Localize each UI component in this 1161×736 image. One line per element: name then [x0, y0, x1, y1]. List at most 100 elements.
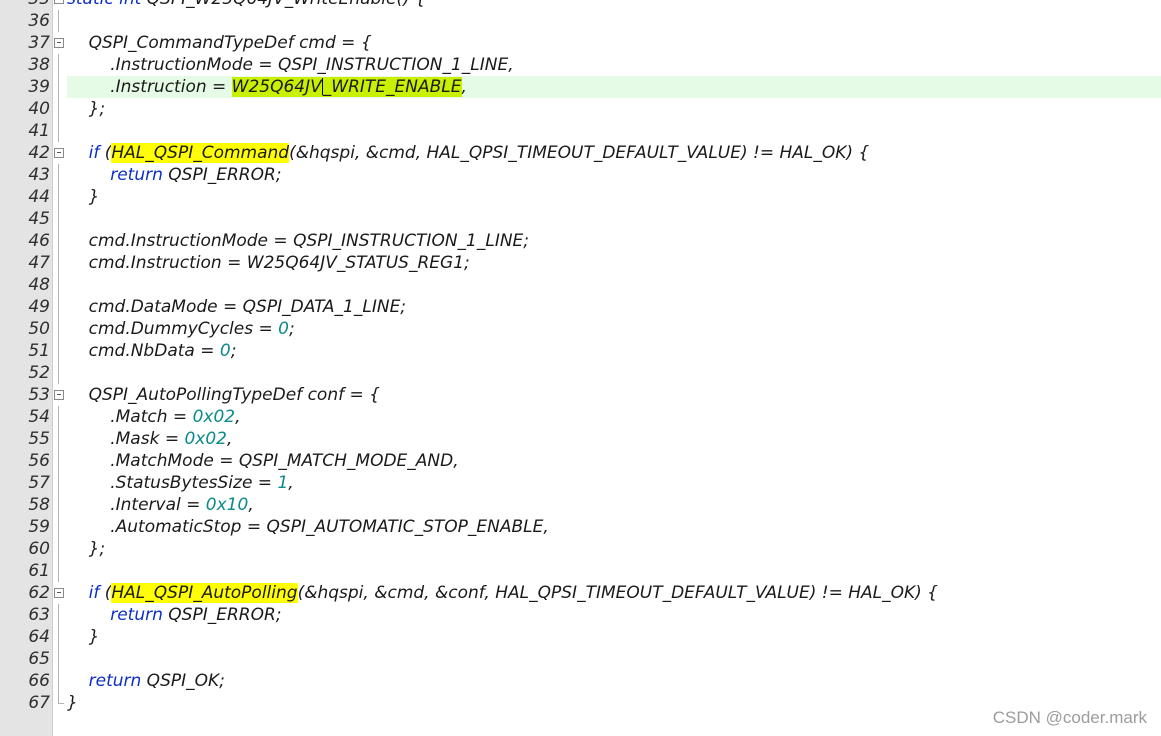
- line-number: 61: [28, 561, 50, 581]
- fold-collapse-icon[interactable]: [53, 32, 65, 54]
- line-number: 44: [28, 187, 50, 207]
- code-text: .Interval = 0x10,: [67, 495, 254, 515]
- search-highlight: W25Q64JV_WRITE_ENABLE: [231, 77, 462, 97]
- line-number: 43: [28, 165, 50, 185]
- code-line[interactable]: 49 cmd.DataMode = QSPI_DATA_1_LINE;: [0, 296, 1161, 318]
- line-number: 47: [28, 253, 50, 273]
- line-number: 50: [28, 319, 50, 339]
- code-text: return QSPI_ERROR;: [110, 165, 282, 185]
- code-line[interactable]: 61: [0, 560, 1161, 582]
- line-number: 49: [28, 297, 50, 317]
- code-line[interactable]: 58 .Interval = 0x10,: [0, 494, 1161, 516]
- code-line[interactable]: 54 .Match = 0x02,: [0, 406, 1161, 428]
- code-line[interactable]: 50 cmd.DummyCycles = 0;: [0, 318, 1161, 340]
- code-text: static int QSPI_W25Q64JV_WriteEnable() {: [67, 0, 426, 10]
- code-line[interactable]: 59 .AutomaticStop = QSPI_AUTOMATIC_STOP_…: [0, 516, 1161, 538]
- current-line[interactable]: 39 .Instruction = W25Q64JV_WRITE_ENABLE,: [0, 76, 1161, 98]
- code-line[interactable]: 47 cmd.Instruction = W25Q64JV_STATUS_REG…: [0, 252, 1161, 274]
- code-line[interactable]: 65: [0, 648, 1161, 670]
- fold-guide-line: [53, 516, 65, 538]
- line-number: 39: [28, 77, 50, 97]
- fold-guide-line: [53, 450, 65, 472]
- fold-guide-line: [53, 54, 65, 76]
- fold-guide-line: [53, 230, 65, 252]
- code-line[interactable]: 55 .Mask = 0x02,: [0, 428, 1161, 450]
- line-number: 67: [28, 693, 50, 713]
- code-line[interactable]: 41: [0, 120, 1161, 142]
- code-text: if (HAL_QSPI_Command(&hqspi, &cmd, HAL_Q…: [88, 143, 870, 163]
- line-number: 58: [28, 495, 50, 515]
- code-line[interactable]: 57 .StatusBytesSize = 1,: [0, 472, 1161, 494]
- watermark: CSDN @coder.mark: [992, 708, 1147, 727]
- code-editor[interactable]: 35 static int QSPI_W25Q64JV_WriteEnable()…: [0, 0, 1161, 736]
- code-line[interactable]: 46 cmd.InstructionMode = QSPI_INSTRUCTIO…: [0, 230, 1161, 252]
- code-line[interactable]: 62 if (HAL_QSPI_AutoPolling(&hqspi, &cmd…: [0, 582, 1161, 604]
- fold-guide-line: [53, 626, 65, 648]
- fold-guide-line: [53, 208, 65, 230]
- line-number: 42: [28, 143, 50, 163]
- fold-guide-line: [53, 76, 65, 98]
- fold-guide-line: [53, 186, 65, 208]
- fold-end-marker: [53, 692, 65, 714]
- code-line[interactable]: 48: [0, 274, 1161, 296]
- code-text: };: [67, 99, 106, 119]
- code-text: }: [67, 693, 78, 713]
- code-line[interactable]: 60 };: [0, 538, 1161, 560]
- code-line[interactable]: 52: [0, 362, 1161, 384]
- code-line[interactable]: 35 static int QSPI_W25Q64JV_WriteEnable()…: [0, 0, 1161, 10]
- line-number: 37: [28, 33, 50, 53]
- code-line[interactable]: 64 }: [0, 626, 1161, 648]
- line-number: 64: [28, 627, 50, 647]
- code-line[interactable]: 53 QSPI_AutoPollingTypeDef conf = {: [0, 384, 1161, 406]
- fold-guide-line: [53, 10, 65, 32]
- code-line[interactable]: 66 return QSPI_OK;: [0, 670, 1161, 692]
- fold-collapse-icon[interactable]: [53, 582, 65, 604]
- code-line[interactable]: 67}: [0, 692, 1161, 714]
- line-number: 41: [28, 121, 50, 141]
- code-line[interactable]: 43 return QSPI_ERROR;: [0, 164, 1161, 186]
- fold-guide-line: [53, 560, 65, 582]
- code-line[interactable]: 45: [0, 208, 1161, 230]
- code-text: return QSPI_ERROR;: [110, 605, 282, 625]
- code-text: .AutomaticStop = QSPI_AUTOMATIC_STOP_ENA…: [67, 517, 549, 537]
- code-text: .InstructionMode = QSPI_INSTRUCTION_1_LI…: [67, 55, 514, 75]
- fold-guide-line: [53, 472, 65, 494]
- fold-guide-line: [53, 296, 65, 318]
- code-text: return QSPI_OK;: [88, 671, 225, 691]
- code-line[interactable]: 37 QSPI_CommandTypeDef cmd = {: [0, 32, 1161, 54]
- code-text: .Match = 0x02,: [67, 407, 241, 427]
- code-text: cmd.NbData = 0;: [67, 341, 237, 361]
- line-number: 54: [28, 407, 50, 427]
- code-lines: 35 static int QSPI_W25Q64JV_WriteEnable()…: [0, 0, 1161, 714]
- code-line[interactable]: 44 }: [0, 186, 1161, 208]
- code-text: }: [67, 627, 100, 647]
- line-number: 52: [28, 363, 50, 383]
- fold-guide-line: [53, 318, 65, 340]
- code-line[interactable]: 36: [0, 10, 1161, 32]
- code-text: cmd.Instruction = W25Q64JV_STATUS_REG1;: [67, 253, 470, 273]
- code-line[interactable]: 63 return QSPI_ERROR;: [0, 604, 1161, 626]
- fold-collapse-icon[interactable]: [53, 0, 65, 10]
- code-line[interactable]: 40 };: [0, 98, 1161, 120]
- fold-guide-line: [53, 164, 65, 186]
- fold-guide-line: [53, 252, 65, 274]
- code-text: };: [67, 539, 106, 559]
- fold-guide-line: [53, 406, 65, 428]
- code-line[interactable]: 56 .MatchMode = QSPI_MATCH_MODE_AND,: [0, 450, 1161, 472]
- fold-collapse-icon[interactable]: [53, 384, 65, 406]
- fold-guide-line: [53, 538, 65, 560]
- code-text: cmd.DataMode = QSPI_DATA_1_LINE;: [67, 297, 407, 317]
- line-number: 63: [28, 605, 50, 625]
- search-highlight: HAL_QSPI_Command: [111, 143, 290, 163]
- fold-guide-line: [53, 604, 65, 626]
- code-line[interactable]: 38 .InstructionMode = QSPI_INSTRUCTION_1…: [0, 54, 1161, 76]
- fold-guide-line: [53, 494, 65, 516]
- line-number: 59: [28, 517, 50, 537]
- code-line[interactable]: 42 if (HAL_QSPI_Command(&hqspi, &cmd, HA…: [0, 142, 1161, 164]
- fold-collapse-icon[interactable]: [53, 142, 65, 164]
- code-text: cmd.DummyCycles = 0;: [67, 319, 295, 339]
- code-line[interactable]: 51 cmd.NbData = 0;: [0, 340, 1161, 362]
- line-number: 36: [28, 11, 50, 31]
- line-number: 62: [28, 583, 50, 603]
- fold-guide-line: [53, 120, 65, 142]
